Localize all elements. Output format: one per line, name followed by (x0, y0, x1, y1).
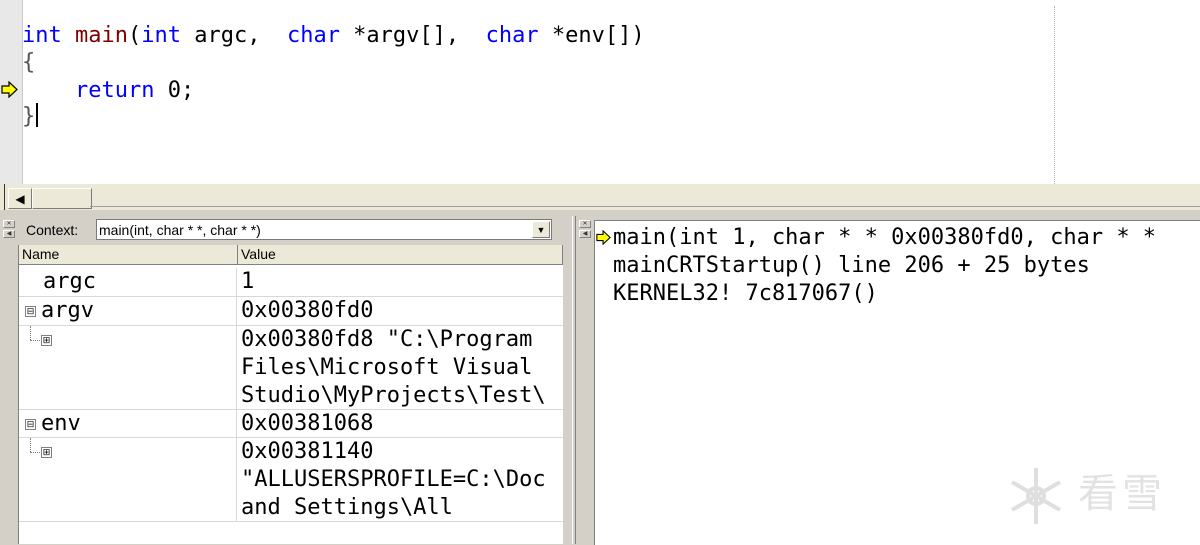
context-dropdown[interactable]: main(int, char * *, char * *) ▼ (96, 219, 552, 240)
tree-connector (30, 452, 40, 453)
table-row[interactable]: argc 1 (19, 268, 563, 297)
dropdown-arrow-button[interactable]: ▼ (532, 221, 550, 238)
yellow-arrow-icon (596, 230, 611, 245)
variable-value: 0x00380fd8 "C:\Program Files\Microsoft V… (241, 327, 546, 408)
grip-icon: ◀ (579, 230, 591, 238)
watermark: 看雪 (1004, 464, 1184, 528)
collapse-icon[interactable]: ⊟ (25, 419, 36, 430)
variables-grid: Name Value argc 1 ⊟ argv 0x00380fd0 ⊞ 0x00380f… (18, 245, 563, 544)
variables-pane-grip[interactable]: ✕ ◀ (3, 220, 15, 240)
table-row[interactable]: ⊞ 0x00381140 "ALLUSERSPROFILE=C:\Doc and … (19, 438, 563, 522)
chevron-down-icon: ▼ (536, 224, 546, 235)
code-keyword: int (141, 23, 181, 48)
code-function-name: main (75, 23, 128, 48)
code-text: ( (127, 23, 142, 48)
code-text: { (22, 50, 36, 75)
table-row[interactable]: ⊟ argv 0x00380fd0 (19, 297, 563, 326)
call-stack-pane-grip[interactable]: ✕ ◀ (579, 220, 591, 240)
tree-connector (30, 326, 31, 340)
code-text: argc, (180, 23, 287, 48)
name-cell: argc (19, 268, 237, 296)
scrollbar-track-edge (90, 206, 1200, 207)
code-keyword: return (74, 78, 155, 103)
expand-icon[interactable]: ⊞ (41, 335, 52, 346)
context-label: Context: (26, 222, 79, 238)
scroll-left-arrow-icon: ◀ (15, 191, 25, 206)
variable-value: 0x00381068 (241, 411, 374, 436)
name-cell: ⊟ env (19, 410, 237, 437)
stack-frame[interactable]: KERNEL32! 7c817067() (613, 280, 878, 308)
code-keyword: int (22, 23, 62, 48)
editor-horizontal-scrollbar[interactable]: ◀ (0, 184, 1200, 210)
tree-connector (30, 438, 31, 452)
stack-frame[interactable]: main(int 1, char * * 0x00380fd0, char * … (613, 224, 1156, 252)
code-keyword: char (485, 23, 539, 48)
code-line: int main(int argc, char *argv[], char *e… (22, 22, 645, 50)
variable-value: 1 (241, 269, 255, 294)
code-text: 0; (154, 78, 195, 103)
grip-icon: ✕ (3, 220, 15, 228)
code-text: } (22, 104, 36, 129)
scroll-left-button[interactable]: ◀ (8, 188, 32, 209)
column-header-value[interactable]: Value (238, 245, 563, 265)
code-keyword: char (286, 23, 340, 48)
code-line: { (22, 49, 35, 77)
column-header-name[interactable]: Name (19, 245, 238, 265)
grip-icon: ◀ (3, 230, 15, 238)
variable-value: 0x00380fd0 (241, 298, 374, 323)
scrollbar-divider (4, 184, 5, 210)
text-caret (36, 103, 39, 127)
variable-name: env (41, 411, 81, 436)
editor-right-margin-guide (1054, 6, 1055, 184)
tree-connector (30, 340, 40, 341)
grip-icon: ✕ (579, 220, 591, 228)
name-cell: ⊞ (19, 438, 237, 521)
code-text: *env[]) (538, 23, 645, 48)
name-cell: ⊞ (19, 326, 237, 409)
name-cell: ⊟ argv (19, 297, 237, 325)
snowflake-icon (1010, 468, 1062, 524)
table-row[interactable]: ⊞ 0x00380fd8 "C:\Program Files\Microsoft … (19, 326, 563, 410)
code-line: } (22, 103, 39, 131)
variable-value: 0x00381140 "ALLUSERSPROFILE=C:\Doc and S… (241, 439, 546, 520)
context-value: main(int, char * *, char * *) (99, 222, 261, 238)
table-row[interactable]: ⊟ env 0x00381068 (19, 410, 563, 438)
stack-frame[interactable]: mainCRTStartup() line 206 + 25 bytes (613, 252, 1090, 280)
watermark-text: 看雪 (1078, 472, 1166, 516)
expand-icon[interactable]: ⊞ (41, 447, 52, 458)
variables-pane: ✕ ◀ Context: main(int, char * *, char * *… (0, 216, 572, 544)
collapse-icon[interactable]: ⊟ (25, 306, 36, 317)
source-editor[interactable]: int main(int argc, char *argv[], char *e… (0, 0, 1200, 184)
code-text: *argv[], (339, 23, 486, 48)
scroll-thumb[interactable] (32, 188, 92, 209)
variable-name: argv (41, 298, 94, 323)
yellow-arrow-icon (1, 81, 18, 98)
variable-name: argc (43, 269, 96, 294)
code-line: return 0; (22, 77, 194, 105)
